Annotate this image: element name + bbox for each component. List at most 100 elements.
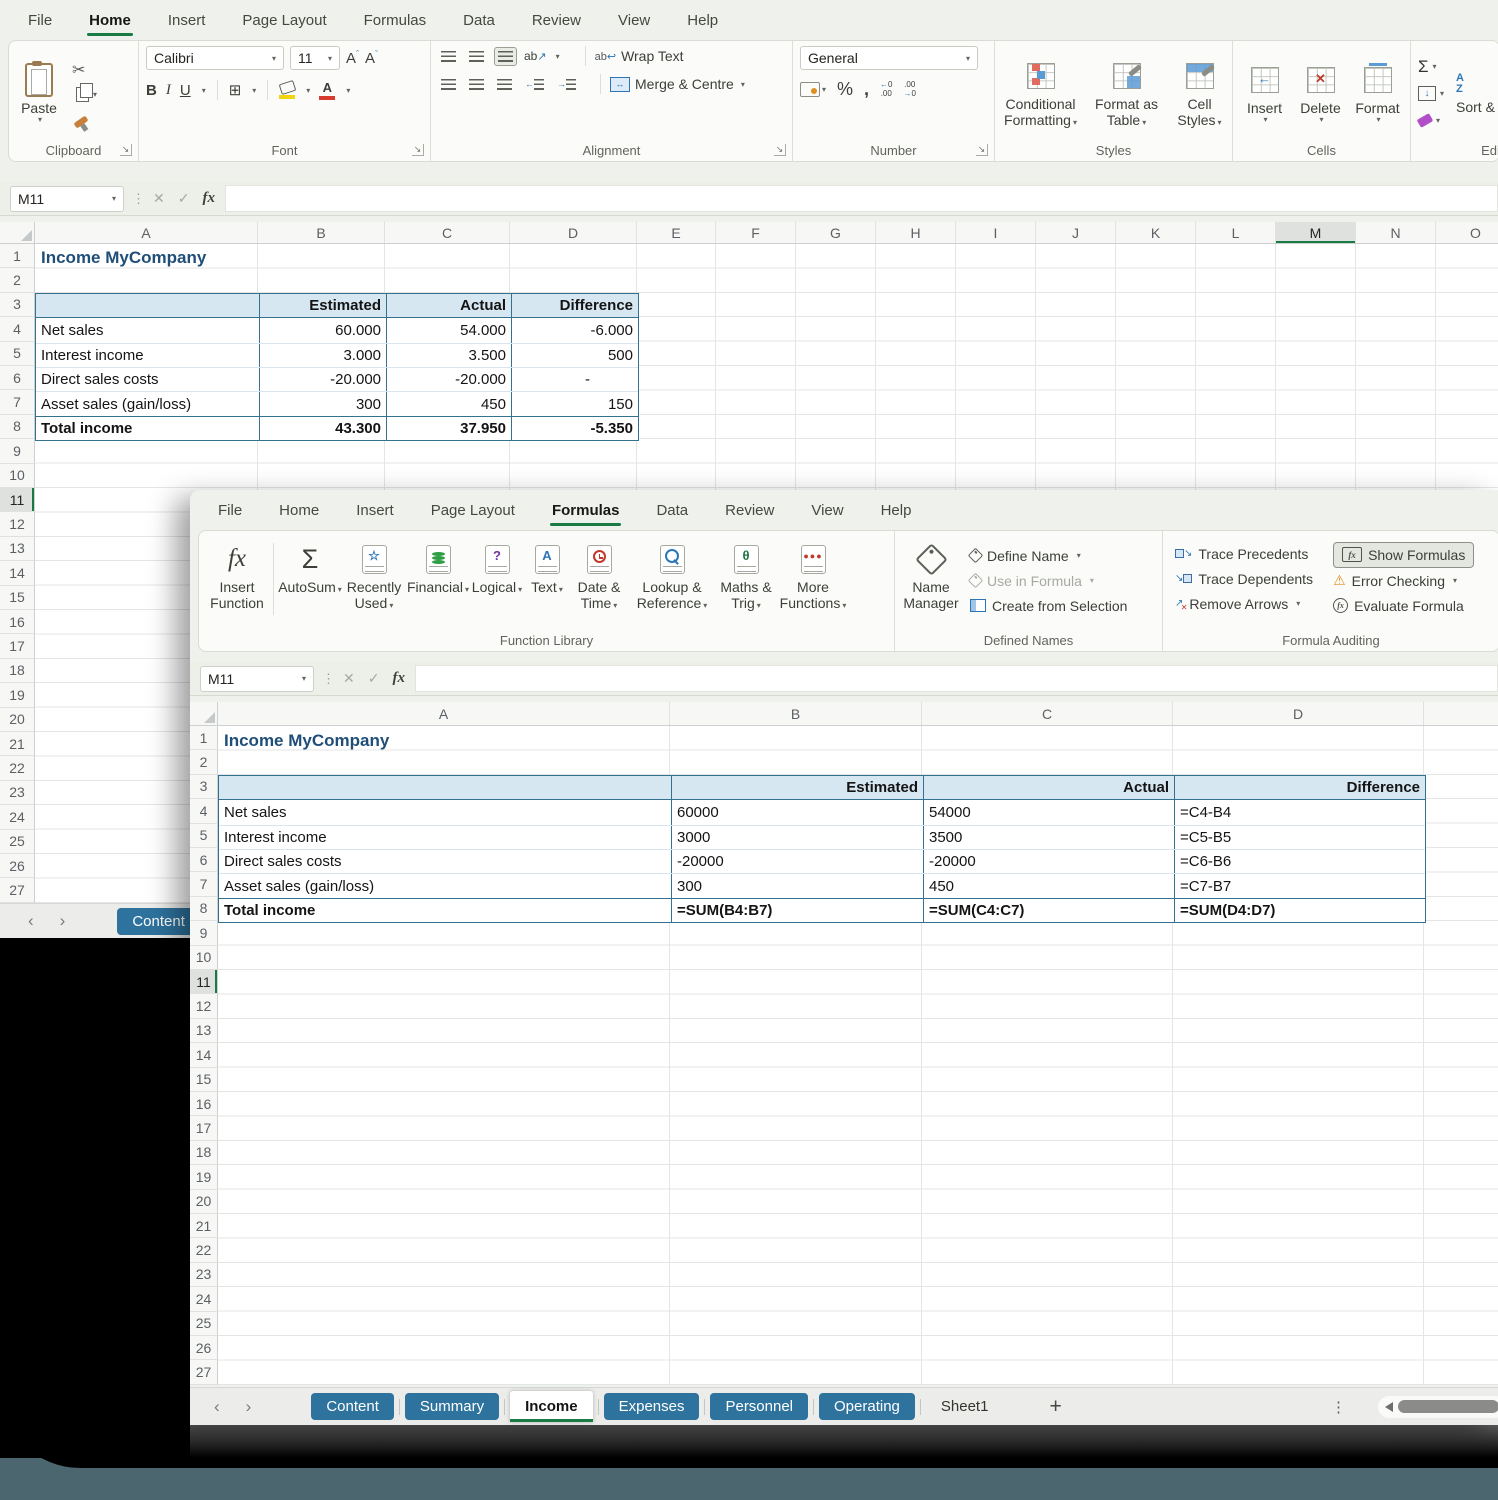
cell-b5[interactable]: 3000: [671, 825, 923, 849]
format-as-table-button[interactable]: Format as Table ▾: [1089, 56, 1165, 128]
maths-trig-button[interactable]: θ Maths & Trig ▾: [715, 539, 777, 611]
row-header-24[interactable]: 24: [0, 805, 35, 830]
cell-d6[interactable]: =C6-B6: [1174, 849, 1425, 874]
format-cells-button[interactable]: Format ▾: [1353, 60, 1403, 126]
row-header-6[interactable]: 6: [190, 848, 218, 873]
select-all-corner[interactable]: [0, 222, 35, 244]
trace-precedents-button[interactable]: ↘ Trace Precedents: [1175, 541, 1313, 566]
autosum-button[interactable]: Σ ▾: [1418, 57, 1444, 76]
cancel-entry-icon[interactable]: ✕: [343, 670, 355, 687]
scrollbar-thumb[interactable]: [1398, 1400, 1498, 1413]
cell-a7[interactable]: Asset sales (gain/loss): [36, 392, 259, 415]
row-header-3[interactable]: 3: [0, 292, 35, 318]
cell-a1-title[interactable]: Income MyCompany: [41, 248, 206, 268]
cell-d7[interactable]: 150: [511, 392, 638, 416]
menu-tab-page-layout[interactable]: Page Layout: [240, 9, 328, 38]
row-header-18[interactable]: 18: [190, 1140, 218, 1166]
row-header-13[interactable]: 13: [0, 536, 35, 562]
row-header-17[interactable]: 17: [0, 634, 35, 659]
menu-tab-help[interactable]: Help: [685, 9, 720, 38]
menu-tab-review[interactable]: Review: [723, 499, 776, 528]
row-header-11[interactable]: 11: [190, 970, 218, 995]
row-header-19[interactable]: 19: [0, 683, 35, 708]
row-header-5[interactable]: 5: [0, 341, 35, 366]
menu-tab-file[interactable]: File: [26, 9, 54, 38]
row-header-1[interactable]: 1: [0, 244, 35, 269]
font-dialog-launcher-icon[interactable]: ↘: [412, 144, 424, 156]
create-from-selection-button[interactable]: Create from Selection: [970, 593, 1127, 618]
cell-c7[interactable]: 450: [386, 392, 511, 416]
cell-b6[interactable]: -20.000: [259, 367, 386, 392]
underline-button[interactable]: U: [180, 82, 191, 99]
menu-tab-page-layout[interactable]: Page Layout: [429, 499, 517, 528]
row-header-5[interactable]: 5: [190, 823, 218, 848]
column-header-D[interactable]: D: [1173, 702, 1424, 725]
header-cell-estimated[interactable]: Estimated: [259, 293, 386, 318]
header-cell-estimated[interactable]: Estimated: [671, 775, 923, 800]
previous-sheet-arrow[interactable]: ‹: [28, 911, 34, 931]
column-header-H[interactable]: H: [876, 222, 956, 243]
menu-tab-review[interactable]: Review: [530, 9, 583, 38]
format-painter-button[interactable]: [72, 111, 97, 129]
row-header-19[interactable]: 19: [190, 1165, 218, 1190]
row-header-9[interactable]: 9: [0, 439, 35, 464]
menu-tab-home[interactable]: Home: [87, 9, 133, 38]
define-name-button[interactable]: Define Name ▾: [967, 543, 1127, 568]
menu-tab-view[interactable]: View: [616, 9, 652, 38]
error-checking-button[interactable]: ⚠ Error Checking ▾: [1333, 568, 1474, 593]
cell-a8[interactable]: Total income: [36, 417, 259, 440]
row-header-10[interactable]: 10: [190, 945, 218, 970]
date-time-button[interactable]: Date & Time ▾: [569, 539, 629, 611]
cancel-entry-icon[interactable]: ✕: [153, 190, 165, 207]
cut-button[interactable]: ✂: [72, 61, 97, 79]
next-sheet-arrow[interactable]: ›: [246, 1397, 252, 1417]
paste-button[interactable]: Paste ▾: [16, 60, 62, 126]
row-header-3[interactable]: 3: [190, 774, 218, 800]
header-cell-difference[interactable]: Difference: [1174, 775, 1425, 800]
row-header-16[interactable]: 16: [0, 610, 35, 635]
menu-tab-data[interactable]: Data: [654, 499, 690, 528]
copy-button[interactable]: ▾: [72, 83, 97, 104]
number-dialog-launcher-icon[interactable]: ↘: [976, 144, 988, 156]
cell-a1-title[interactable]: Income MyCompany: [224, 731, 389, 751]
font-name-select[interactable]: Calibri ▾: [146, 46, 284, 70]
row-header-25[interactable]: 25: [190, 1311, 218, 1336]
cell-styles-button[interactable]: Cell Styles ▾: [1171, 56, 1229, 128]
column-header-M[interactable]: M: [1276, 222, 1356, 243]
font-size-select[interactable]: 11 ▾: [290, 46, 340, 70]
merge-centre-button[interactable]: ↔ Merge & Centre ▾: [610, 76, 745, 92]
cell-a4[interactable]: Net sales: [36, 318, 259, 342]
insert-function-icon[interactable]: fx: [202, 190, 215, 207]
align-right-button[interactable]: [494, 76, 515, 93]
fill-button[interactable]: ↓ ▾: [1418, 85, 1444, 103]
menu-tab-formulas[interactable]: Formulas: [549, 499, 622, 528]
row-header-2[interactable]: 2: [0, 268, 35, 293]
sheet-tab-content[interactable]: Content: [117, 907, 200, 935]
insert-function-icon[interactable]: fx: [392, 670, 405, 687]
previous-sheet-arrow[interactable]: ‹: [214, 1397, 220, 1417]
row-header-20[interactable]: 20: [190, 1189, 218, 1214]
cell-c4[interactable]: 54.000: [386, 318, 511, 343]
cell-a7[interactable]: Asset sales (gain/loss): [219, 874, 671, 897]
tab-overflow-menu-icon[interactable]: ⋮: [1331, 1398, 1346, 1416]
align-bottom-button[interactable]: [494, 46, 517, 66]
column-header-B[interactable]: B: [258, 222, 385, 243]
column-header-L[interactable]: L: [1196, 222, 1276, 243]
row-header-8[interactable]: 8: [0, 414, 35, 440]
clear-button[interactable]: ▾: [1416, 112, 1444, 130]
cell-c6[interactable]: -20.000: [386, 367, 511, 392]
column-header-B[interactable]: B: [670, 702, 922, 725]
row-header-4[interactable]: 4: [190, 799, 218, 824]
row-header-26[interactable]: 26: [0, 854, 35, 879]
row-header-10[interactable]: 10: [0, 463, 35, 488]
insert-cells-button[interactable]: ← Insert ▾: [1241, 60, 1289, 126]
cell-b4[interactable]: 60.000: [259, 318, 386, 343]
row-header-18[interactable]: 18: [0, 658, 35, 684]
column-header-C[interactable]: C: [385, 222, 510, 243]
cell-b7[interactable]: 300: [671, 874, 923, 898]
formula-input[interactable]: [224, 185, 1498, 212]
delete-cells-button[interactable]: ✕ Delete ▾: [1297, 60, 1345, 126]
row-header-27[interactable]: 27: [190, 1360, 218, 1385]
cell-d7[interactable]: =C7-B7: [1174, 874, 1425, 898]
column-header-A[interactable]: A: [35, 222, 258, 243]
